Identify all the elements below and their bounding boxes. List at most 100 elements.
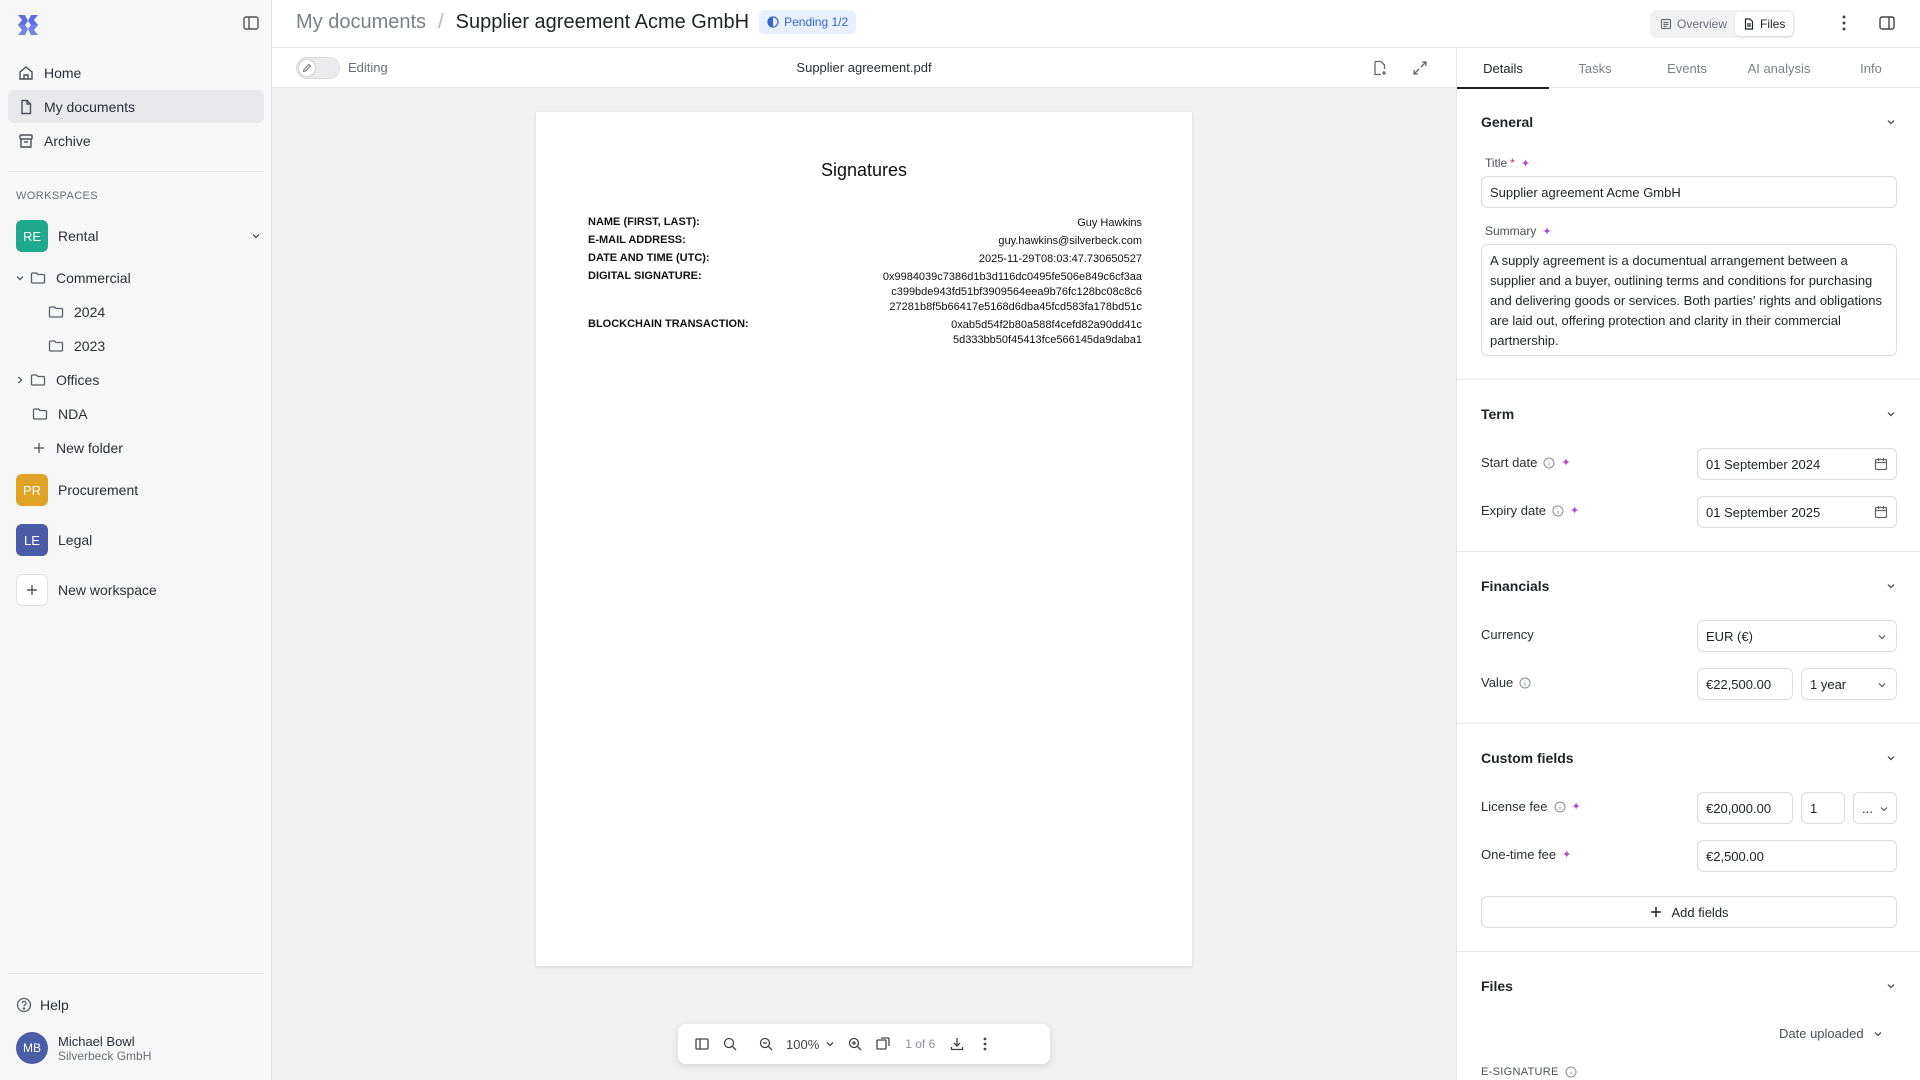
sidebar-toggle-icon[interactable] [242, 14, 260, 32]
ai-sparkle-icon: ✦ [1561, 457, 1571, 469]
summary-textarea[interactable]: A supply agreement is a documentual arra… [1481, 244, 1897, 356]
document-page: Signatures NAME (FIRST, LAST): Guy Hawki… [536, 112, 1192, 966]
license-fee-quantity-input[interactable]: 1 [1801, 792, 1845, 824]
zoom-out-icon[interactable] [758, 1036, 774, 1052]
signature-row: DIGITAL SIGNATURE: 0x9984039c7386d1b3d11… [588, 270, 1142, 315]
folder-offices[interactable]: Offices [14, 372, 99, 388]
user-company: Silverbeck GmbH [58, 1048, 152, 1063]
folder-label: 2024 [74, 304, 106, 320]
new-workspace-button[interactable]: New workspace [16, 574, 262, 606]
more-options-icon[interactable] [977, 1036, 993, 1052]
tab-ai-analysis[interactable]: AI analysis [1733, 48, 1825, 88]
zoom-in-icon[interactable] [847, 1036, 863, 1052]
info-icon[interactable] [1552, 505, 1564, 517]
breadcrumb: My documents / Supplier agreement Acme G… [296, 10, 857, 34]
chevron-right-icon[interactable] [14, 374, 26, 386]
workspace-procurement[interactable]: PR Procurement [16, 474, 262, 506]
folder-2023[interactable]: 2023 [48, 338, 105, 354]
value-period-select[interactable]: 1 year [1801, 668, 1897, 700]
section-term-header[interactable]: Term [1481, 406, 1897, 422]
value-amount-input[interactable]: €22,500.00 [1697, 668, 1793, 700]
folder-2024[interactable]: 2024 [48, 304, 105, 320]
add-fields-button[interactable]: Add fields [1481, 896, 1897, 928]
sidebar-view-icon[interactable] [694, 1036, 710, 1052]
help-link[interactable]: Help [16, 997, 69, 1013]
view-files-button[interactable]: Files [1735, 12, 1794, 36]
file-name: Supplier agreement.pdf [796, 60, 932, 75]
new-folder-button[interactable]: New folder [32, 440, 123, 456]
nav-item-home[interactable]: Home [8, 56, 264, 89]
start-date-label: Start date ✦ [1481, 455, 1571, 470]
signature-row: NAME (FIRST, LAST): Guy Hawkins [588, 216, 1142, 231]
section-title: General [1481, 114, 1534, 130]
workspace-legal[interactable]: LE Legal [16, 524, 262, 556]
sidebar: Home My documents Archive WORKSPACES RE … [0, 0, 272, 1080]
currency-select[interactable]: EUR (€) [1697, 620, 1897, 652]
fit-page-icon[interactable] [875, 1036, 891, 1052]
title-input[interactable]: Supplier agreement Acme GmbH [1481, 176, 1897, 208]
tab-details[interactable]: Details [1457, 48, 1549, 89]
sort-select[interactable]: Date uploaded [1779, 1026, 1884, 1041]
info-icon[interactable] [1565, 1066, 1577, 1078]
zoom-value: 100% [786, 1036, 820, 1052]
workspace-rental[interactable]: RE Rental [16, 220, 262, 252]
calendar-icon[interactable] [1874, 457, 1888, 471]
download-icon[interactable] [949, 1036, 965, 1052]
add-file-icon[interactable] [1372, 60, 1388, 76]
more-options-icon[interactable] [1836, 14, 1852, 32]
divider [1457, 551, 1920, 552]
folder-nda[interactable]: NDA [32, 406, 88, 422]
chevron-down-icon[interactable] [1885, 980, 1897, 992]
files-icon [1744, 18, 1754, 30]
signature-value: 5d333bb50f45413fce566145da9daba1 [952, 334, 1142, 346]
start-date-input[interactable]: 01 September 2024 [1697, 448, 1897, 480]
expand-icon[interactable] [1412, 60, 1428, 76]
view-overview-button[interactable]: Overview [1652, 12, 1735, 36]
nav-item-archive[interactable]: Archive [8, 124, 264, 157]
side-panel-toggle-icon[interactable] [1878, 14, 1896, 32]
folder-icon [30, 374, 46, 386]
nav-item-my-documents[interactable]: My documents [8, 90, 264, 123]
info-icon[interactable] [1554, 801, 1566, 813]
info-icon[interactable] [1543, 457, 1555, 469]
expiry-date-input[interactable]: 01 September 2025 [1697, 496, 1897, 528]
chevron-down-icon[interactable] [250, 230, 262, 242]
chevron-down-icon[interactable] [1885, 408, 1897, 420]
info-icon[interactable] [1519, 677, 1531, 689]
license-fee-unit-select[interactable]: ... [1853, 792, 1897, 824]
plus-icon [16, 574, 48, 606]
currency-label: Currency [1481, 627, 1534, 642]
section-custom-fields-header[interactable]: Custom fields [1481, 750, 1897, 766]
folder-label: Commercial [56, 270, 131, 286]
section-financials-header[interactable]: Financials [1481, 578, 1897, 594]
folder-commercial[interactable]: Commercial [14, 270, 131, 286]
app-logo-icon[interactable] [16, 13, 40, 37]
tab-info[interactable]: Info [1825, 48, 1917, 88]
divider [8, 171, 264, 172]
section-title: Custom fields [1481, 750, 1574, 766]
field-label: One-time fee [1481, 847, 1557, 862]
one-time-fee-input[interactable]: €2,500.00 [1697, 840, 1897, 872]
plus-icon [34, 443, 44, 453]
license-fee-amount-input[interactable]: €20,000.00 [1697, 792, 1793, 824]
calendar-icon[interactable] [1874, 505, 1888, 519]
status-badge[interactable]: Pending 1/2 [759, 10, 857, 34]
section-general-header[interactable]: General [1481, 114, 1897, 130]
section-title: Files [1481, 978, 1513, 994]
signature-value: 27281b8f5b66417e5168d6dba45fcd583fa178bd… [889, 301, 1142, 313]
chevron-down-icon[interactable] [14, 272, 26, 284]
status-badge-label: Pending 1/2 [784, 15, 849, 29]
breadcrumb-parent[interactable]: My documents [296, 11, 426, 34]
zoom-select[interactable]: 100% [786, 1037, 835, 1052]
details-panel: Details Tasks Events AI analysis Info Ge… [1456, 48, 1920, 1080]
workspace-label: Rental [58, 228, 99, 244]
tab-events[interactable]: Events [1641, 48, 1733, 88]
section-files-header[interactable]: Files [1481, 978, 1897, 994]
page-title: Supplier agreement Acme GmbH [455, 10, 750, 33]
chevron-down-icon[interactable] [1885, 116, 1897, 128]
chevron-down-icon[interactable] [1885, 752, 1897, 764]
user-menu[interactable]: MB Michael Bowl Silverbeck GmbH [16, 1032, 151, 1064]
chevron-down-icon[interactable] [1885, 580, 1897, 592]
search-icon[interactable] [722, 1036, 738, 1052]
tab-tasks[interactable]: Tasks [1549, 48, 1641, 88]
